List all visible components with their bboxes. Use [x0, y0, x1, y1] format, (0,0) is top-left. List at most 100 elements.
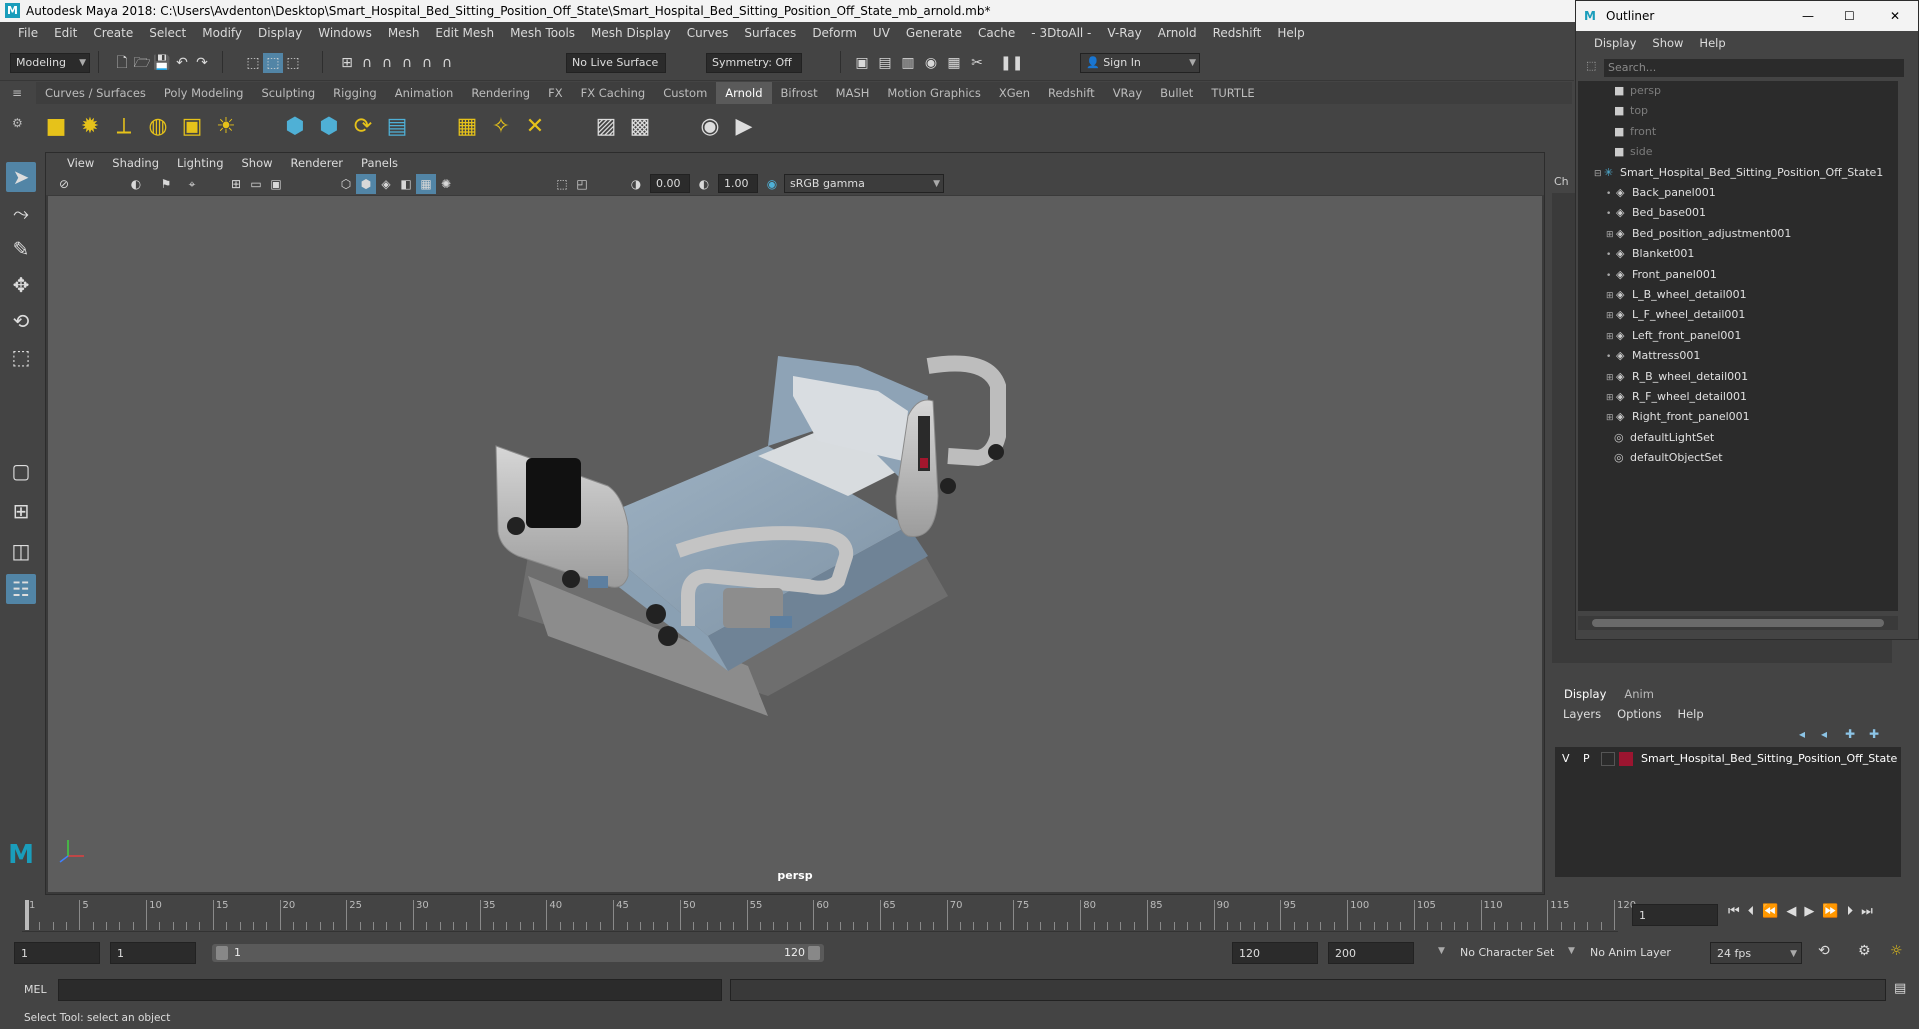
camera-select-icon[interactable]: ⊘	[54, 174, 74, 194]
shelf-tab[interactable]: Motion Graphics	[878, 82, 989, 104]
outliner-menu-item[interactable]: Help	[1691, 36, 1733, 50]
arnold-export-standin-icon[interactable]: ⬢	[315, 113, 343, 141]
timeline-ruler[interactable]: 1 5 10 15 20 25 30 35 40 45 50 55 60 65 70 75 80 85 90 95 10…	[22, 900, 1636, 932]
paint-select-tool-icon[interactable]: ✎	[6, 234, 36, 264]
rotate-tool-icon[interactable]: ⟲	[6, 306, 36, 336]
loop-icon[interactable]: ⟲	[1818, 943, 1830, 959]
outliner-row[interactable]: ⊞ ◈ R_B_wheel_detail001	[1606, 367, 1748, 387]
channel-box-tab[interactable]: Ch	[1554, 173, 1574, 191]
menu-item[interactable]: Generate	[898, 26, 970, 40]
command-language-label[interactable]: MEL	[24, 983, 47, 996]
scene-start-field[interactable]: 1	[14, 942, 100, 964]
time-slider[interactable]: 1 5 10 15 20 25 30 35 40 45 50 55 60 65 70 75 80 85 90 95 10…	[0, 898, 1919, 934]
new-scene-icon[interactable]: 🗋	[112, 53, 132, 73]
outliner-row[interactable]: ⊞ ◈ L_B_wheel_detail001	[1606, 285, 1747, 305]
outliner-row[interactable]: ⊞ ◈ R_F_wheel_detail001	[1606, 387, 1747, 407]
menu-item[interactable]: - 3DtoAll -	[1023, 26, 1099, 40]
viewport-menu-item[interactable]: Panels	[352, 156, 407, 170]
resolution-gate-icon[interactable]: ▣	[266, 174, 286, 194]
menu-item[interactable]: Deform	[804, 26, 865, 40]
character-set-selector[interactable]: No Character Set	[1460, 946, 1554, 959]
gamma-field[interactable]: 1.00	[718, 174, 758, 193]
snap-live-icon[interactable]: ∩	[417, 53, 437, 73]
outliner-row[interactable]: ⊞ ◈ Left_front_panel001	[1606, 326, 1741, 346]
new-layer-icon[interactable]: ✚	[1845, 727, 1855, 741]
arnold-render-view-icon[interactable]: ◉	[696, 113, 724, 141]
outliner-row[interactable]: ⊟ ✳ Smart_Hospital_Bed_Sitting_Position_Of…	[1594, 163, 1883, 183]
outliner-row[interactable]: ⊞ ◈ Bed_position_adjustment001	[1606, 224, 1791, 244]
outliner-row[interactable]: ◎ defaultLightSet	[1604, 428, 1714, 448]
render-settings-icon[interactable]: ▥	[898, 53, 918, 73]
sign-in-button[interactable]: 👤 Sign In ▼	[1080, 53, 1200, 73]
expand-icon[interactable]: ⊞	[1606, 327, 1616, 347]
outliner-row[interactable]: ⊞ ◈ L_F_wheel_detail001	[1606, 305, 1745, 325]
menu-item[interactable]: Edit Mesh	[427, 26, 502, 40]
grid-icon[interactable]: ⊞	[226, 174, 246, 194]
arnold-photometric-light-icon[interactable]: ⟂	[110, 113, 138, 141]
view-transform-selector[interactable]: sRGB gamma ▼	[784, 174, 944, 193]
layer-menu-item[interactable]: Help	[1669, 705, 1711, 723]
shelf-tab[interactable]: Custom	[654, 82, 716, 104]
viewport-menu-item[interactable]: Shading	[103, 156, 168, 170]
arnold-flush-background-icon[interactable]: ✧	[487, 113, 515, 141]
expand-icon[interactable]: ⊞	[1606, 388, 1616, 408]
expand-icon[interactable]: ⊞	[1606, 408, 1616, 428]
outliner-row[interactable]: • ◈ Mattress001	[1606, 346, 1700, 366]
shelf-tab[interactable]: Redshift	[1039, 82, 1104, 104]
shelf-tab[interactable]: Bifrost	[772, 82, 827, 104]
select-component-icon[interactable]: ⬚	[283, 53, 303, 73]
outliner-search-input[interactable]: Search...	[1604, 59, 1904, 77]
save-scene-icon[interactable]: 💾	[152, 53, 172, 73]
shelf-tab[interactable]: Bullet	[1151, 82, 1202, 104]
symmetry-selector[interactable]: Symmetry: Off	[706, 53, 802, 73]
current-time-indicator[interactable]	[25, 900, 29, 930]
undo-icon[interactable]: ↶	[172, 53, 192, 73]
arnold-tx-manager-icon[interactable]: ▨	[592, 113, 620, 141]
go-to-start-icon[interactable]: ⏮	[1728, 904, 1748, 919]
viewport-menu-item[interactable]: Show	[233, 156, 282, 170]
shelf-tab[interactable]: FX	[539, 82, 572, 104]
layer-type-toggle[interactable]	[1601, 752, 1615, 766]
select-hierarchy-icon[interactable]: ⬚	[243, 53, 263, 73]
side-by-side-layout-icon[interactable]: ◫	[6, 536, 36, 566]
arnold-license-icon[interactable]: ▩	[626, 113, 654, 141]
shelf-tab[interactable]: Curves / Surfaces	[36, 82, 155, 104]
step-back-frame-icon[interactable]: ⏴	[1748, 904, 1763, 919]
ipr-render-icon[interactable]: ▤	[875, 53, 895, 73]
shelf-tab[interactable]: Rendering	[462, 82, 539, 104]
menu-item[interactable]: Display	[250, 26, 310, 40]
outliner-menu-item[interactable]: Display	[1586, 36, 1644, 50]
layer-tab[interactable]: Anim	[1615, 685, 1663, 703]
playback-start-field[interactable]: 1	[110, 942, 196, 964]
command-input[interactable]	[58, 979, 722, 1001]
film-gate-icon[interactable]: ▭	[246, 174, 266, 194]
arnold-skydome-light-icon[interactable]: ◍	[144, 113, 172, 141]
outliner-row[interactable]: ■ side	[1604, 142, 1653, 162]
menu-item[interactable]: V-Ray	[1099, 26, 1149, 40]
shelf-tab[interactable]: TURTLE	[1202, 82, 1263, 104]
menu-item[interactable]: File	[10, 26, 46, 40]
menu-item[interactable]: Surfaces	[736, 26, 804, 40]
menu-item[interactable]: Windows	[310, 26, 380, 40]
layer-playback-toggle[interactable]: P	[1583, 749, 1590, 769]
outliner-row[interactable]: • ◈ Back_panel001	[1606, 183, 1716, 203]
menu-item[interactable]: Curves	[679, 26, 737, 40]
viewport-3d[interactable]: persp	[48, 196, 1542, 892]
arnold-flush-all-icon[interactable]: ✕	[521, 113, 549, 141]
pause-icon[interactable]: ❚❚	[1000, 53, 1023, 73]
arnold-volume-icon[interactable]: ▤	[383, 113, 411, 141]
select-tool-icon[interactable]: ➤	[6, 162, 36, 192]
move-layer-down-icon[interactable]: ◂	[1821, 727, 1827, 741]
move-layer-up-icon[interactable]: ◂	[1799, 727, 1805, 741]
lasso-tool-icon[interactable]: ⤳	[6, 198, 36, 228]
outliner-row[interactable]: • ◈ Blanket001	[1606, 244, 1694, 264]
single-view-layout-icon[interactable]: ▢	[6, 456, 36, 486]
four-view-layout-icon[interactable]: ⊞	[6, 496, 36, 526]
shelf-tab[interactable]: Poly Modeling	[155, 82, 253, 104]
arnold-light-portal-icon[interactable]: ▣	[178, 113, 206, 141]
shelf-tab[interactable]: Arnold	[716, 82, 772, 104]
menu-item[interactable]: Create	[85, 26, 141, 40]
gamma-icon[interactable]: ◐	[694, 174, 714, 194]
snap-curve-icon[interactable]: ∩	[357, 53, 377, 73]
layer-visibility-toggle[interactable]: V	[1562, 749, 1570, 769]
